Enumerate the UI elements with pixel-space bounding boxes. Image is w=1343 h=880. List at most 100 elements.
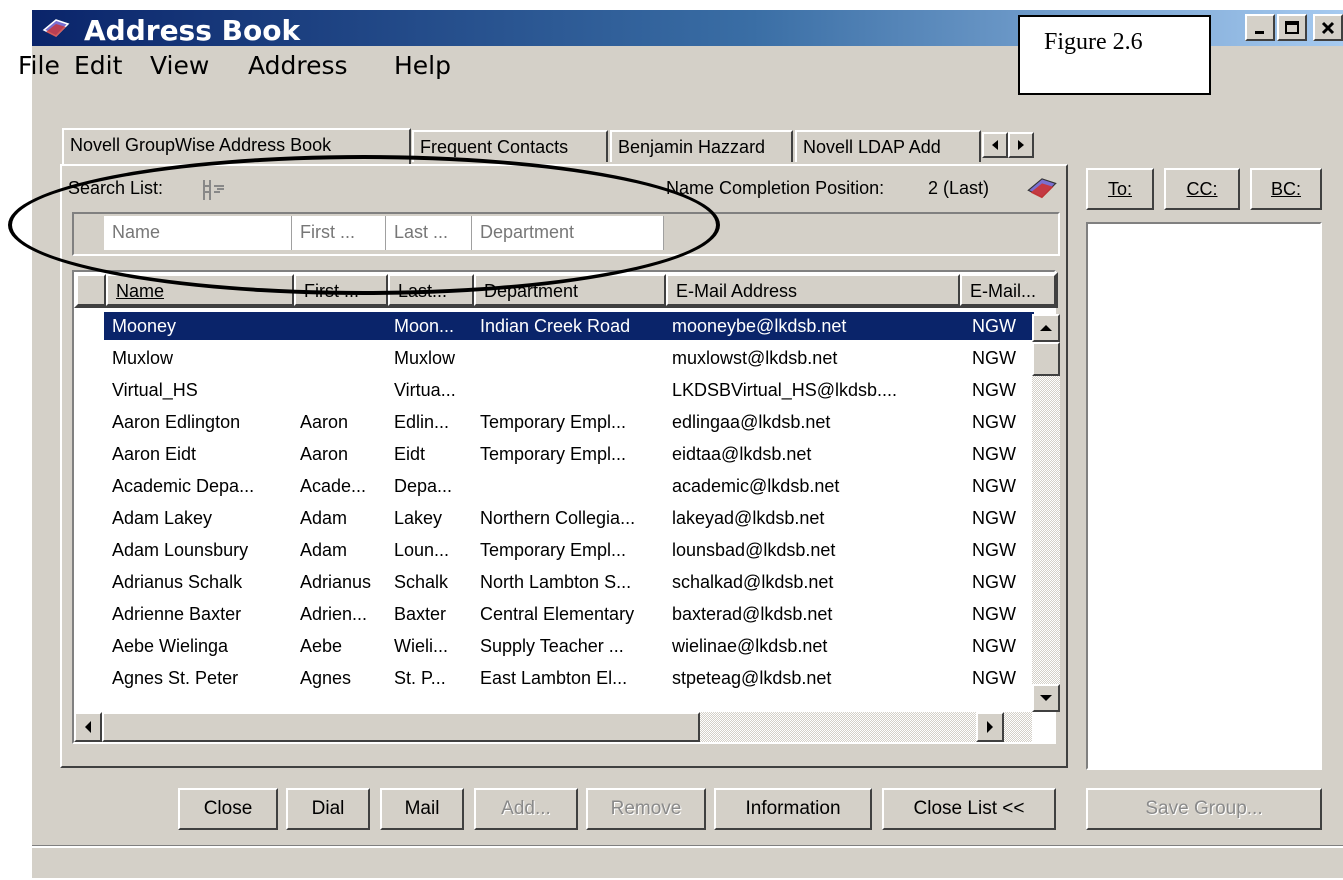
menu-help[interactable]: Help [394,51,451,80]
table-row[interactable]: Academic Depa... Acade... Depa... academic@… [104,472,1034,500]
maximize-button[interactable] [1277,14,1307,41]
header-email[interactable]: E-Mail Address [666,274,960,306]
row-cell: Lakey [394,508,443,528]
search-last-field[interactable]: Last ... [386,216,472,250]
address-book-icon[interactable] [1026,174,1058,202]
arrow-left-icon [992,140,998,150]
window-title: Address Book [84,14,301,47]
row-cell: Wieli... [394,636,448,656]
table-row[interactable]: Adam Lounsbury Adam Loun... Temporary Empl.… [104,536,1034,564]
header-name[interactable]: Name [106,274,294,306]
save-group-button[interactable]: Save Group... [1086,788,1322,830]
table-row[interactable]: Aaron Edlington Aaron Edlin... Temporary Em… [104,408,1034,436]
horizontal-scrollbar[interactable] [74,712,1032,742]
tab-scroll-right-button[interactable] [1008,132,1034,158]
tab-scroll-left-button[interactable] [982,132,1008,158]
scroll-down-button[interactable] [1032,684,1060,712]
table-row[interactable]: Aebe Wielinga Aebe Wieli... Supply Teacher … [104,632,1034,660]
table-row[interactable]: Virtual_HS Virtua... LKDSBVirtual_HS@lkdsb… [104,376,1034,404]
tab-novell-ldap[interactable]: Novell LDAP Add [795,130,981,162]
minimize-icon [1255,30,1264,34]
search-first-field[interactable]: First ... [292,216,386,250]
row-cell: Indian Creek Road [480,316,631,336]
dial-button[interactable]: Dial [286,788,370,830]
close-button[interactable]: Close [178,788,278,830]
arrow-down-icon [1040,695,1052,701]
close-list-button[interactable]: Close List << [882,788,1056,830]
vertical-scrollbar[interactable] [1032,314,1060,712]
remove-button[interactable]: Remove [586,788,706,830]
row-cell: Academic Depa... [112,476,255,496]
row-cell: Aebe Wielinga [112,636,229,656]
tab-label: Frequent Contacts [420,137,569,157]
table-row[interactable]: Mooney Moon... Indian Creek Road mooneybe@l… [104,312,1034,340]
row-cell: NGW [972,476,1016,496]
menu-address[interactable]: Address [248,51,348,80]
row-cell: Aaron [300,412,349,432]
row-cell: NGW [972,508,1016,528]
menu-edit[interactable]: Edit [74,51,122,80]
tab-benjamin-hazzard[interactable]: Benjamin Hazzard [610,130,793,162]
row-cell: NGW [972,348,1016,368]
row-cell: North Lambton S... [480,572,632,592]
minimize-button[interactable] [1245,14,1275,41]
search-department-field[interactable]: Department [472,216,664,250]
search-name-field[interactable]: Name [104,216,292,250]
table-row[interactable]: Adrienne Baxter Adrien... Baxter Central El… [104,600,1034,628]
row-cell: LKDSBVirtual_HS@lkdsb.... [672,380,898,400]
cc-button[interactable]: CC: [1164,168,1240,210]
row-cell: Acade... [300,476,367,496]
row-cell: Eidt [394,444,426,464]
table-row[interactable]: Agnes St. Peter Agnes St. P... East Lambton… [104,664,1034,692]
row-cell: Aaron Edlington [112,412,241,432]
row-cell: Adrienne Baxter [112,604,242,624]
name-completion-label: Name Completion Position: [666,178,885,198]
recipient-list[interactable] [1086,222,1322,770]
row-cell: NGW [972,572,1016,592]
table-row[interactable]: Aaron Eidt Aaron Eidt Temporary Empl... eidt… [104,440,1034,468]
filter-icon[interactable] [200,178,226,202]
tab-novell-groupwise[interactable]: Novell GroupWise Address Book [62,128,411,164]
mail-button[interactable]: Mail [380,788,464,830]
information-button[interactable]: Information [714,788,872,830]
row-cell: NGW [972,444,1016,464]
row-cell: Adrianus [300,572,372,592]
row-cell: Temporary Empl... [480,444,627,464]
row-cell: Virtual_HS [112,380,198,400]
row-cell: wielinae@lkdsb.net [672,636,828,656]
table-row[interactable]: Adam Lakey Adam Lakey Northern Collegia... l… [104,504,1034,532]
list-header: Name First ... Last... Department E-Mail… [74,272,1058,308]
scroll-thumb[interactable] [1032,342,1060,376]
scroll-up-button[interactable] [1032,314,1060,342]
row-cell: Northern Collegia... [480,508,636,528]
hscroll-thumb[interactable] [102,712,700,742]
bc-button[interactable]: BC: [1250,168,1322,210]
header-department[interactable]: Department [474,274,666,306]
arrow-left-icon [85,721,91,733]
close-window-button[interactable] [1313,14,1343,41]
row-cell: Loun... [394,540,450,560]
tab-frequent-contacts[interactable]: Frequent Contacts [412,130,608,162]
tab-label: Novell LDAP Add [803,137,941,157]
header-last[interactable]: Last... [388,274,474,306]
row-cell: NGW [972,668,1016,688]
table-row[interactable]: Adrianus Schalk Adrianus Schalk North Lambt… [104,568,1034,596]
table-row[interactable]: Muxlow Muxlow muxlowst@lkdsb.net NGW [104,344,1034,372]
row-cell: Depa... [394,476,453,496]
row-cell: NGW [972,380,1016,400]
menu-file[interactable]: File [18,51,60,80]
row-cell: Supply Teacher ... [480,636,624,656]
header-email-type[interactable]: E-Mail... [960,274,1056,306]
arrow-up-icon [1040,325,1052,331]
row-cell: NGW [972,412,1016,432]
scroll-left-button[interactable] [74,712,102,742]
menu-view[interactable]: View [150,51,209,80]
to-button[interactable]: To: [1086,168,1154,210]
add-button[interactable]: Add... [474,788,578,830]
header-first[interactable]: First ... [294,274,388,306]
row-cell: schalkad@lkdsb.net [672,572,834,592]
row-cell: Temporary Empl... [480,412,627,432]
tab-label: Novell GroupWise Address Book [70,135,332,155]
address-list: Name First ... Last... Department E-Mail… [72,270,1060,744]
scroll-right-button[interactable] [976,712,1004,742]
